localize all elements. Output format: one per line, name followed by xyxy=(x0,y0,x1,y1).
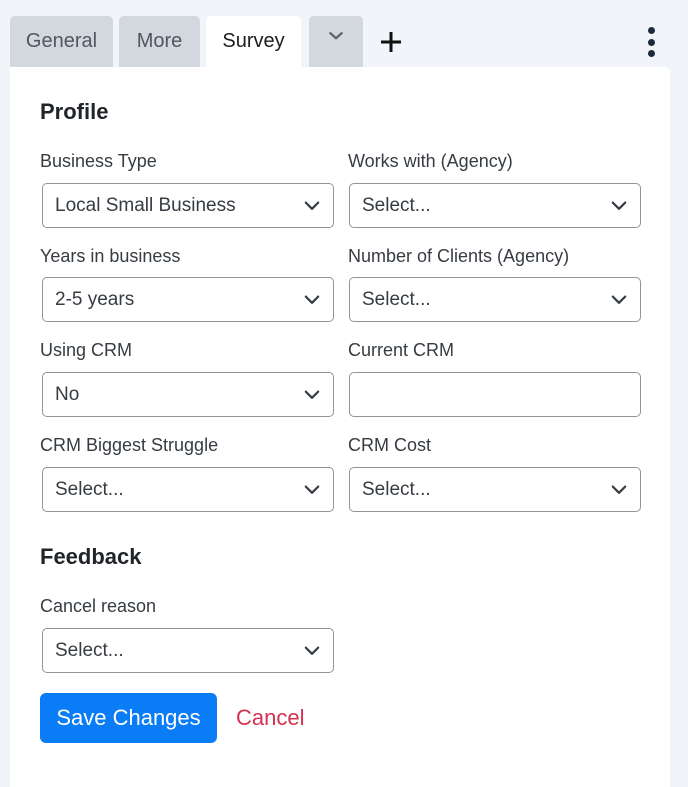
tab-general[interactable]: General xyxy=(10,16,113,67)
crm-biggest-struggle-label: CRM Biggest Struggle xyxy=(40,435,219,455)
kebab-dot xyxy=(647,27,655,34)
works-with-value: Select... xyxy=(362,194,431,216)
crm-cost-select[interactable]: Select... xyxy=(349,467,641,512)
business-type-select[interactable]: Local Small Business xyxy=(42,183,334,228)
chevron-down-icon xyxy=(304,295,320,304)
plus-icon xyxy=(381,31,401,52)
tab-more[interactable]: More xyxy=(119,16,200,67)
using-crm-label: Using CRM xyxy=(40,340,133,360)
works-with-select[interactable]: Select... xyxy=(349,183,641,228)
crm-biggest-struggle-value: Select... xyxy=(55,478,124,500)
add-tab-button[interactable] xyxy=(371,16,411,67)
works-with-label: Works with (Agency) xyxy=(348,151,513,171)
using-crm-value: No xyxy=(55,383,80,405)
tab-survey[interactable]: Survey xyxy=(206,16,301,67)
chevron-down-icon xyxy=(304,201,320,210)
business-type-value: Local Small Business xyxy=(55,194,236,216)
current-crm-input[interactable] xyxy=(349,372,641,417)
chevron-down-icon xyxy=(611,295,627,304)
number-of-clients-value: Select... xyxy=(362,288,431,310)
crm-biggest-struggle-select[interactable]: Select... xyxy=(42,467,334,512)
kebab-dot xyxy=(647,38,655,46)
current-crm-label: Current CRM xyxy=(348,340,455,360)
save-changes-button[interactable]: Save Changes xyxy=(40,693,217,743)
tab-bar: General More Survey xyxy=(10,16,411,67)
cancel-reason-value: Select... xyxy=(55,639,124,661)
profile-heading: Profile xyxy=(40,99,109,124)
years-in-business-value: 2-5 years xyxy=(55,288,135,310)
kebab-dot xyxy=(647,50,655,57)
number-of-clients-select[interactable]: Select... xyxy=(349,277,641,322)
crm-cost-label: CRM Cost xyxy=(348,435,432,455)
chevron-down-icon xyxy=(304,485,320,494)
chevron-down-icon xyxy=(304,390,320,399)
tab-overflow-dropdown[interactable] xyxy=(309,16,363,67)
feedback-heading: Feedback xyxy=(40,544,142,569)
years-in-business-label: Years in business xyxy=(40,246,181,266)
using-crm-select[interactable]: No xyxy=(42,372,334,417)
years-in-business-select[interactable]: 2-5 years xyxy=(42,277,334,322)
cancel-reason-select[interactable]: Select... xyxy=(42,628,334,673)
crm-cost-value: Select... xyxy=(362,478,431,500)
survey-card: Profile Business Type Local Small Busine… xyxy=(10,67,670,787)
cancel-reason-label: Cancel reason xyxy=(40,596,157,616)
chevron-down-icon xyxy=(611,201,627,210)
chevron-down-icon xyxy=(329,31,343,39)
chevron-down-icon xyxy=(611,485,627,494)
chevron-down-icon xyxy=(304,646,320,655)
cancel-button[interactable]: Cancel xyxy=(236,693,304,743)
number-of-clients-label: Number of Clients (Agency) xyxy=(348,246,570,266)
kebab-menu-button[interactable] xyxy=(640,24,662,60)
business-type-label: Business Type xyxy=(40,151,157,171)
